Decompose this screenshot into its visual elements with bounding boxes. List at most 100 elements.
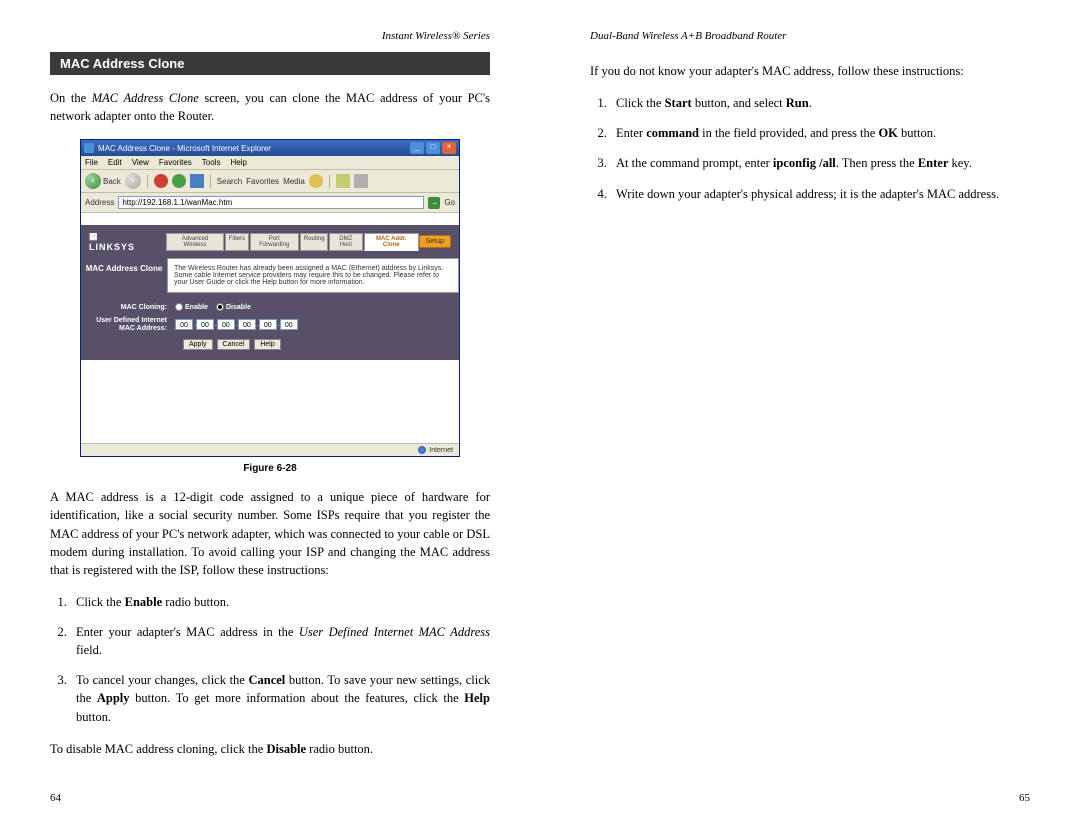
go-button[interactable]: → [428,197,440,209]
menu-view[interactable]: View [132,158,149,167]
text: button. To get more information about th… [130,691,465,705]
menu-tools[interactable]: Tools [202,158,221,167]
forward-button[interactable]: › [125,173,141,189]
tab-port-forwarding[interactable]: Port Forwarding [250,233,299,251]
text: button. [76,710,111,724]
window-titlebar: MAC Address Clone - Microsoft Internet E… [81,140,459,156]
text-italic: MAC Address Clone [92,91,199,105]
disable-radio[interactable] [216,303,224,311]
menu-favorites[interactable]: Favorites [159,158,192,167]
home-icon[interactable] [190,174,204,188]
help-button[interactable]: Help [254,339,280,350]
apply-button[interactable]: Apply [183,339,213,350]
status-text: Internet [429,447,453,454]
text-bold: ipconfig /all [773,156,836,170]
separator [147,174,148,188]
text: At the command prompt, enter [616,156,773,170]
text: key. [948,156,972,170]
steps-list-left: Click the Enable radio button. Enter you… [70,593,490,726]
figure-screenshot: MAC Address Clone - Microsoft Internet E… [80,139,460,457]
window-title: MAC Address Clone - Microsoft Internet E… [98,144,410,153]
address-bar: Address http://192.168.1.1/wanMac.htm → … [81,193,459,213]
page-left: Instant Wireless® Series MAC Address Clo… [0,30,540,804]
linksys-logo: ▦ LINKSYS [89,231,146,252]
enable-radio[interactable] [175,303,183,311]
section-heading: MAC Address Clone [50,52,490,75]
stop-icon[interactable] [154,174,168,188]
mail-icon[interactable] [336,174,350,188]
tab-advanced-wireless[interactable]: Advanced Wireless [166,233,223,251]
setup-button[interactable]: Setup [419,235,451,248]
tab-filters[interactable]: Filters [225,233,249,251]
favorites-button[interactable]: Favorites [246,177,279,186]
enable-label: Enable [185,304,208,311]
close-button[interactable]: × [442,142,456,154]
media-button[interactable]: Media [283,177,305,186]
text: . Then press the [836,156,918,170]
text-bold: Help [464,691,490,705]
steps-list-right: Click the Start button, and select Run. … [610,94,1030,203]
mac-cloning-label: MAC Cloning: [89,304,175,311]
mac-explain-paragraph: A MAC address is a 12-digit code assigne… [50,488,490,579]
tab-routing[interactable]: Routing [300,233,328,251]
text: radio button. [162,595,229,609]
minimize-button[interactable]: _ [410,142,424,154]
router-form: MAC Cloning: Enable Disable User Defined… [81,293,459,359]
text: button. [898,126,936,140]
figure-caption: Figure 6-28 [50,463,490,474]
text: To disable MAC address cloning, click th… [50,742,266,756]
mac-octet-2[interactable]: 00 [196,319,214,330]
text: Click the [616,96,665,110]
address-input[interactable]: http://192.168.1.1/wanMac.htm [118,196,424,209]
print-icon[interactable] [354,174,368,188]
text: Click the [76,595,125,609]
text-bold: Run [786,96,809,110]
maximize-button[interactable]: □ [426,142,440,154]
address-label: Address [85,198,114,207]
router-sidebar-title: MAC Address Clone [81,258,167,293]
tab-mac-clone[interactable]: MAC Addr. Clone [364,233,419,251]
page-number-right: 65 [1019,792,1030,804]
page-number-left: 64 [50,792,61,804]
mac-octet-6[interactable]: 00 [280,319,298,330]
refresh-icon[interactable] [172,174,186,188]
text: in the field provided, and press the [699,126,878,140]
mac-octet-5[interactable]: 00 [259,319,277,330]
text: field. [76,643,102,657]
text-bold: Start [665,96,692,110]
menu-bar: File Edit View Favorites Tools Help [81,156,459,170]
mac-octet-3[interactable]: 00 [217,319,235,330]
text-bold: Enter [918,156,949,170]
text-italic: User Defined Internet MAC Address [299,625,490,639]
step-r3: At the command prompt, enter ipconfig /a… [610,154,1030,172]
menu-edit[interactable]: Edit [108,158,122,167]
menu-help[interactable]: Help [230,158,246,167]
history-icon[interactable] [309,174,323,188]
search-button[interactable]: Search [217,177,242,186]
text: radio button. [306,742,373,756]
right-intro: If you do not know your adapter's MAC ad… [590,62,1030,80]
text-bold: Disable [266,742,306,756]
menu-file[interactable]: File [85,158,98,167]
mac-octet-4[interactable]: 00 [238,319,256,330]
step-r4: Write down your adapter's physical addre… [610,185,1030,203]
text-bold: Apply [97,691,130,705]
cancel-button[interactable]: Cancel [217,339,251,350]
mac-address-label: User Defined Internet MAC Address: [89,317,175,332]
router-header: ▦ LINKSYS Advanced Wireless Filters Port… [81,225,459,258]
header-left: Instant Wireless® Series [50,30,490,42]
separator [329,174,330,188]
text: Enter your adapter's MAC address in the [76,625,299,639]
step-2: Enter your adapter's MAC address in the … [70,623,490,659]
text-bold: Cancel [248,673,285,687]
page-content: ▦ LINKSYS Advanced Wireless Filters Port… [81,213,459,443]
mac-octet-1[interactable]: 00 [175,319,193,330]
disable-label: Disable [226,304,251,311]
text: On the [50,91,92,105]
back-icon: ‹ [85,173,101,189]
back-button[interactable]: ‹ Back [85,173,121,189]
internet-icon [418,446,426,454]
text-bold: OK [878,126,897,140]
tab-dmz-host[interactable]: DMZ Host [329,233,363,251]
text: To cancel your changes, click the [76,673,248,687]
